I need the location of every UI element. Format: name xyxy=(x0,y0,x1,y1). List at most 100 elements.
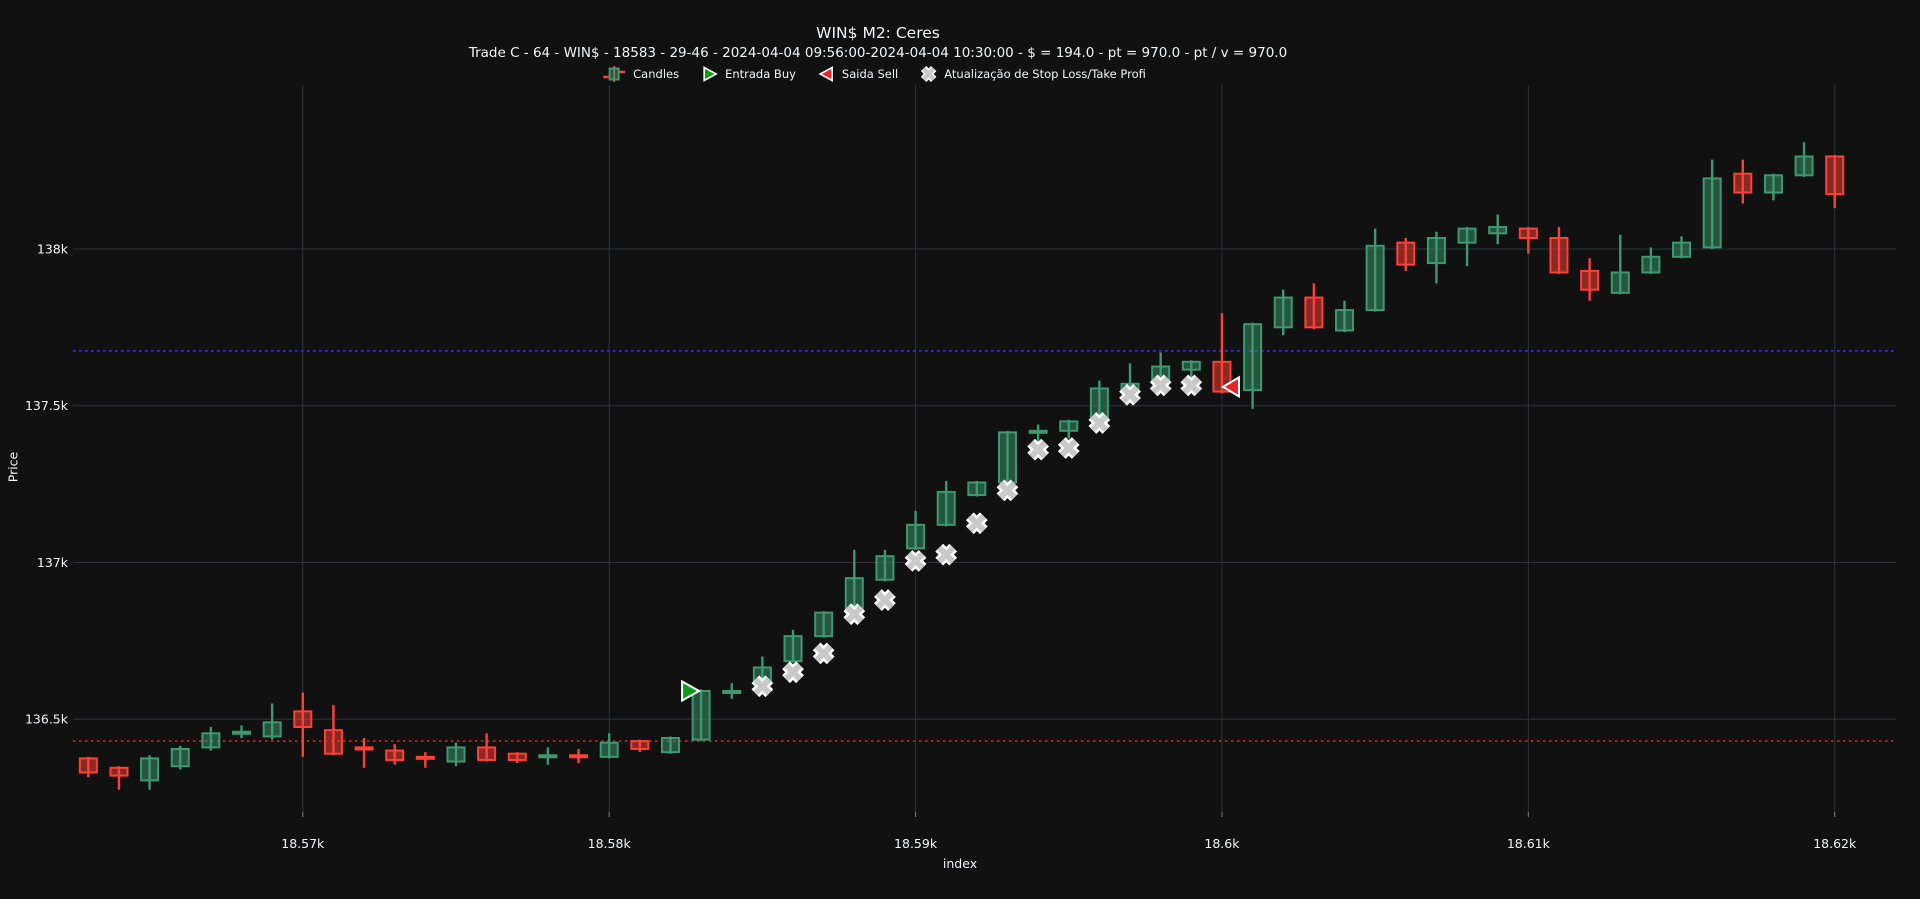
candle[interactable] xyxy=(1794,142,1814,177)
candle-body xyxy=(599,741,619,758)
candle[interactable] xyxy=(1365,228,1385,312)
candle[interactable] xyxy=(783,629,803,663)
stop-update-marker[interactable] xyxy=(1149,374,1172,397)
stop-update-marker[interactable] xyxy=(965,512,988,535)
candle[interactable] xyxy=(630,739,650,753)
candle[interactable] xyxy=(936,480,956,527)
candle[interactable] xyxy=(1641,247,1661,275)
stop-update-marker[interactable] xyxy=(843,603,866,626)
candle[interactable] xyxy=(1672,236,1692,259)
candle-body xyxy=(660,737,680,754)
candle-body xyxy=(1702,177,1722,249)
candle[interactable] xyxy=(385,744,405,765)
x-tick-label: 18.58k xyxy=(588,836,632,851)
stop-update-marker[interactable] xyxy=(996,479,1019,502)
candle[interactable] xyxy=(323,705,343,756)
candle-body xyxy=(1396,241,1416,266)
stop-update-marker[interactable] xyxy=(751,675,774,698)
candle[interactable] xyxy=(170,745,190,770)
candle[interactable] xyxy=(354,738,374,768)
stop-update-marker[interactable] xyxy=(782,661,804,684)
candle[interactable] xyxy=(262,703,282,740)
candle[interactable] xyxy=(1488,214,1508,245)
candle[interactable] xyxy=(1763,173,1783,201)
stop-update-marker[interactable] xyxy=(1119,383,1141,406)
candle-body xyxy=(875,555,895,581)
candle-body xyxy=(538,754,558,759)
stop-update-marker[interactable] xyxy=(904,549,927,572)
candle[interactable] xyxy=(1733,159,1753,204)
candle[interactable] xyxy=(1273,289,1293,336)
candle-body xyxy=(507,752,527,761)
candle[interactable] xyxy=(844,549,864,610)
candle[interactable] xyxy=(232,725,252,739)
candle[interactable] xyxy=(1335,300,1355,333)
candle[interactable] xyxy=(722,683,742,699)
candle[interactable] xyxy=(875,549,895,582)
x-tick-label: 18.6k xyxy=(1204,836,1240,851)
candle[interactable] xyxy=(507,752,527,764)
candle[interactable] xyxy=(967,480,987,497)
candle-body xyxy=(385,749,405,761)
candle[interactable] xyxy=(293,692,313,757)
candle[interactable] xyxy=(201,727,221,751)
candle[interactable] xyxy=(997,430,1017,485)
candle[interactable] xyxy=(1089,380,1109,419)
candle[interactable] xyxy=(78,756,98,778)
candle[interactable] xyxy=(415,752,435,768)
candle[interactable] xyxy=(1518,227,1538,254)
candle[interactable] xyxy=(109,766,129,790)
stop-update-marker[interactable] xyxy=(1180,374,1203,397)
stop-update-marker[interactable] xyxy=(1057,437,1080,459)
candle[interactable] xyxy=(599,733,619,759)
candle[interactable] xyxy=(569,748,589,764)
candle[interactable] xyxy=(1212,313,1232,394)
candle[interactable] xyxy=(691,689,711,742)
candle-body xyxy=(354,746,374,751)
stop-update-marker[interactable] xyxy=(1027,438,1050,461)
candle[interactable] xyxy=(906,510,926,550)
candlestick-series xyxy=(78,142,1845,790)
candle-body xyxy=(1304,296,1324,329)
candle-body xyxy=(1243,323,1263,392)
stop-update-markers xyxy=(751,374,1203,698)
stop-update-marker[interactable] xyxy=(874,589,896,611)
stop-update-marker[interactable] xyxy=(812,642,835,665)
stop-update-marker[interactable] xyxy=(935,543,958,566)
candle-body xyxy=(1426,236,1446,265)
candle[interactable] xyxy=(1825,154,1845,209)
candle[interactable] xyxy=(1304,283,1324,329)
candle[interactable] xyxy=(446,742,466,767)
candle[interactable] xyxy=(1426,231,1446,284)
candle[interactable] xyxy=(140,755,160,790)
candle[interactable] xyxy=(660,736,680,754)
candle[interactable] xyxy=(477,733,497,762)
x-axis-title: index xyxy=(942,856,978,871)
candle[interactable] xyxy=(1457,227,1477,267)
candle-body xyxy=(1580,269,1600,291)
candle-body xyxy=(1518,227,1538,239)
candle-body xyxy=(630,740,650,750)
stop-update-marker[interactable] xyxy=(1088,412,1111,434)
candle-body xyxy=(1457,227,1477,244)
candle-body xyxy=(1672,241,1692,258)
candle[interactable] xyxy=(814,611,834,638)
candle[interactable] xyxy=(1059,419,1079,439)
candle[interactable] xyxy=(538,747,558,765)
candle-body xyxy=(1028,429,1048,434)
candle[interactable] xyxy=(1396,237,1416,271)
candle-body xyxy=(722,689,742,694)
candle[interactable] xyxy=(1702,159,1722,249)
candle-body xyxy=(1763,174,1783,194)
y-tick-label: 138k xyxy=(37,241,69,256)
candle[interactable] xyxy=(1243,322,1263,409)
candle-body xyxy=(569,754,589,759)
candle[interactable] xyxy=(1028,424,1048,442)
candle[interactable] xyxy=(1580,258,1600,301)
plot-area[interactable]: 18.57k 18.58k 18.59k 18.6k 18.61k 18.62k 136.5… xyxy=(0,0,1920,899)
candle-body xyxy=(1641,255,1661,274)
candle[interactable] xyxy=(1549,227,1569,275)
x-tick-label: 18.61k xyxy=(1507,836,1551,851)
candle[interactable] xyxy=(1181,360,1201,380)
candle[interactable] xyxy=(1610,234,1630,295)
